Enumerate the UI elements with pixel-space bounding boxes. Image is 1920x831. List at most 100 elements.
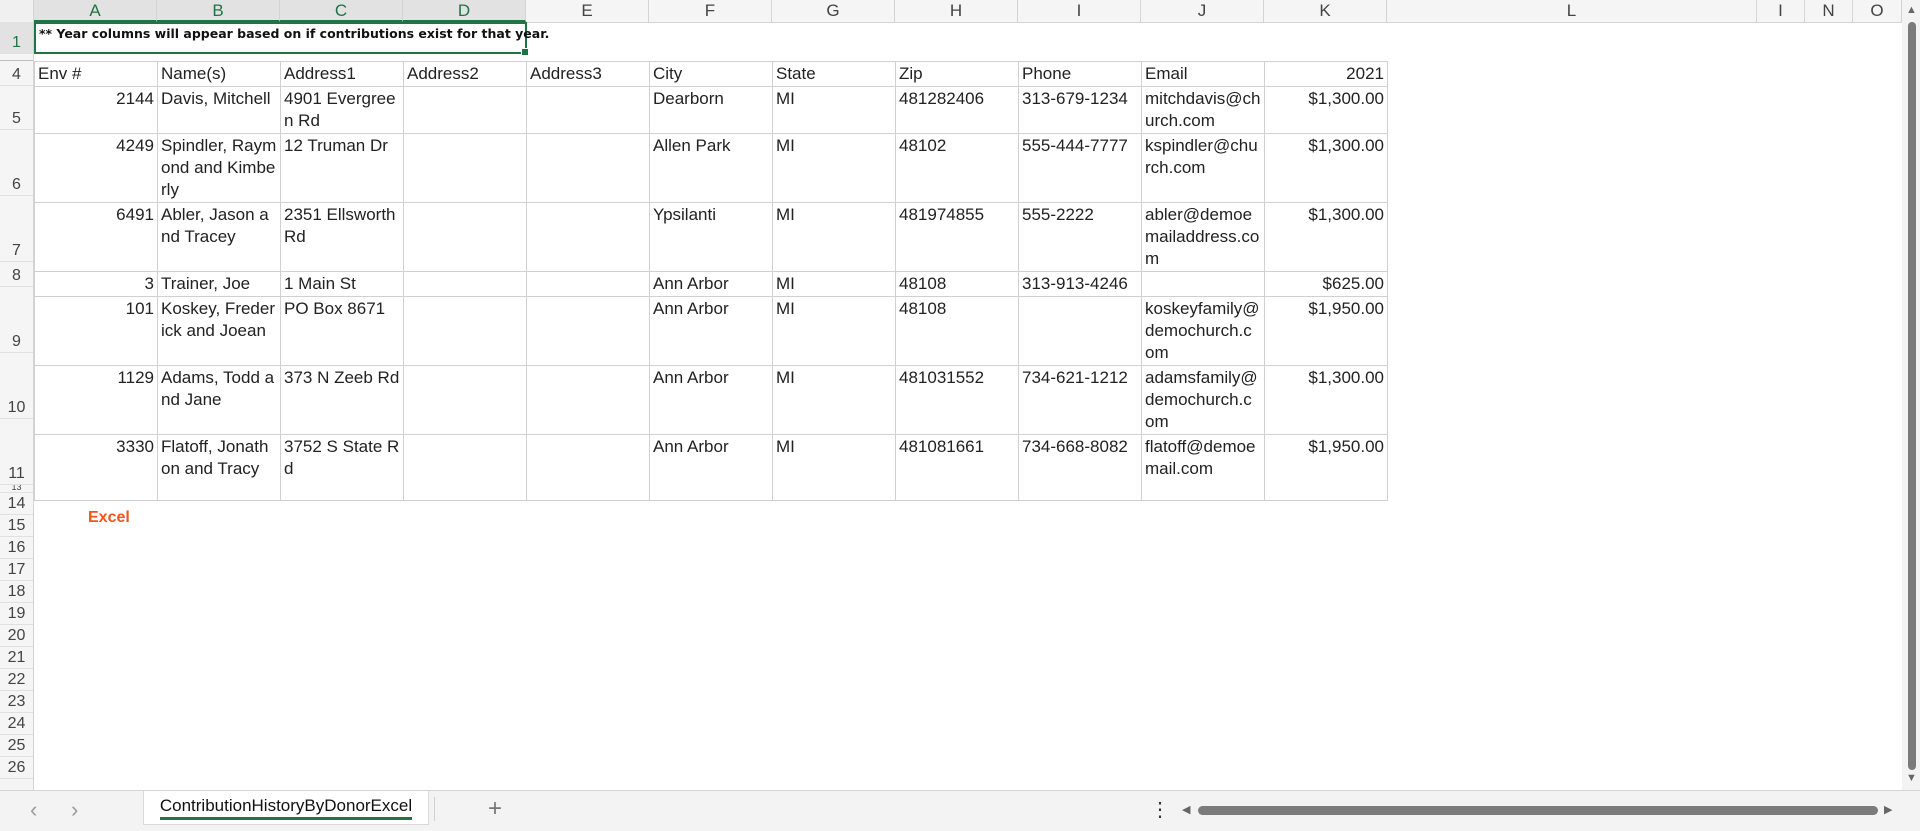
header-cell[interactable]: Address1 (280, 61, 404, 87)
header-cell[interactable]: Email (1141, 61, 1265, 87)
table-cell[interactable]: Ann Arbor (649, 296, 773, 366)
table-cell[interactable]: Abler, Jason and Tracey (157, 202, 281, 272)
table-cell[interactable]: Dearborn (649, 86, 773, 134)
table-cell[interactable] (526, 365, 650, 435)
scroll-right-icon[interactable]: ▶ (1884, 803, 1892, 816)
row-header-4[interactable]: 4 (0, 61, 33, 86)
row-header-7[interactable]: 7 (0, 196, 33, 262)
table-cell[interactable] (526, 202, 650, 272)
sheet-tab-active[interactable]: ContributionHistoryByDonorExcel (143, 791, 429, 825)
table-cell[interactable]: MI (772, 133, 896, 203)
table-cell[interactable] (526, 271, 650, 297)
add-sheet-button[interactable]: + (488, 795, 502, 823)
table-cell[interactable]: 6491 (34, 202, 158, 272)
table-cell[interactable]: Spindler, Raymond and Kimberly (157, 133, 281, 203)
table-cell[interactable] (403, 296, 527, 366)
row-header-10[interactable]: 10 (0, 353, 33, 419)
table-cell[interactable]: 734-621-1212 (1018, 365, 1142, 435)
table-cell[interactable]: Allen Park (649, 133, 773, 203)
prev-sheet-icon[interactable]: ‹ (30, 797, 37, 823)
table-cell[interactable]: 313-913-4246 (1018, 271, 1142, 297)
table-cell[interactable]: MI (772, 86, 896, 134)
row-header-23[interactable]: 23 (0, 691, 33, 713)
table-cell[interactable]: mitchdavis@church.com (1141, 86, 1265, 134)
table-cell[interactable] (403, 86, 527, 134)
row-header-26[interactable]: 26 (0, 757, 33, 779)
row-header-21[interactable]: 21 (0, 647, 33, 669)
column-header-a[interactable]: A (34, 0, 157, 22)
column-header-f[interactable]: F (649, 0, 772, 22)
column-header-m[interactable]: I (1757, 0, 1805, 22)
table-cell[interactable] (526, 296, 650, 366)
table-cell[interactable]: Ann Arbor (649, 271, 773, 297)
row-header-1[interactable]: 1 (0, 22, 33, 54)
table-cell[interactable]: Adams, Todd and Jane (157, 365, 281, 435)
table-cell[interactable]: $1,950.00 (1264, 296, 1388, 366)
selected-merged-cell-a1[interactable]: ** Year columns will appear based on if … (34, 22, 549, 56)
table-cell[interactable]: MI (772, 271, 896, 297)
table-cell[interactable]: $1,300.00 (1264, 133, 1388, 203)
header-cell[interactable]: Phone (1018, 61, 1142, 87)
table-cell[interactable]: MI (772, 202, 896, 272)
table-cell[interactable]: flatoff@demoemail.com (1141, 434, 1265, 501)
table-cell[interactable] (1018, 296, 1142, 366)
table-cell[interactable]: 555-444-7777 (1018, 133, 1142, 203)
column-header-e[interactable]: E (526, 0, 649, 22)
header-cell[interactable]: Address2 (403, 61, 527, 87)
table-cell[interactable]: 373 N Zeeb Rd (280, 365, 404, 435)
table-cell[interactable]: 3752 S State Rd (280, 434, 404, 501)
table-cell[interactable]: MI (772, 434, 896, 501)
table-cell[interactable]: 48108 (895, 296, 1019, 366)
row-header-9[interactable]: 9 (0, 287, 33, 353)
column-header-g[interactable]: G (772, 0, 895, 22)
cell-grid[interactable]: ** Year columns will appear based on if … (34, 22, 1902, 790)
table-cell[interactable]: abler@demoemailaddress.com (1141, 202, 1265, 272)
row-header-16[interactable]: 16 (0, 537, 33, 559)
table-cell[interactable]: Flatoff, Jonathon and Tracy (157, 434, 281, 501)
table-cell[interactable]: 2351 Ellsworth Rd (280, 202, 404, 272)
table-cell[interactable] (403, 434, 527, 501)
table-cell[interactable]: 313-679-1234 (1018, 86, 1142, 134)
table-cell[interactable]: 4901 Evergreen Rd (280, 86, 404, 134)
table-cell[interactable] (403, 365, 527, 435)
scroll-down-icon[interactable]: ▼ (1906, 772, 1917, 784)
header-cell[interactable]: City (649, 61, 773, 87)
table-cell[interactable]: 481031552 (895, 365, 1019, 435)
row-header-20[interactable]: 20 (0, 625, 33, 647)
table-cell[interactable]: Ypsilanti (649, 202, 773, 272)
header-cell[interactable]: Address3 (526, 61, 650, 87)
table-cell[interactable]: 1129 (34, 365, 158, 435)
row-header-8[interactable]: 8 (0, 262, 33, 287)
column-header-d[interactable]: D (403, 0, 526, 22)
table-cell[interactable]: Koskey, Frederick and Joean (157, 296, 281, 366)
table-cell[interactable]: adamsfamily@demochurch.com (1141, 365, 1265, 435)
next-sheet-icon[interactable]: › (71, 797, 78, 823)
table-cell[interactable]: Ann Arbor (649, 434, 773, 501)
table-cell[interactable]: $625.00 (1264, 271, 1388, 297)
row-header-14[interactable]: 14 (0, 493, 33, 515)
table-cell[interactable]: 3 (34, 271, 158, 297)
row-header-25[interactable]: 25 (0, 735, 33, 757)
scroll-up-icon[interactable]: ▲ (1906, 4, 1917, 16)
column-header-j[interactable]: J (1141, 0, 1264, 22)
table-cell[interactable]: 3330 (34, 434, 158, 501)
row-header-22[interactable]: 22 (0, 669, 33, 691)
table-cell[interactable]: 101 (34, 296, 158, 366)
row-header-13[interactable]: 13 (0, 485, 33, 493)
row-header-24[interactable]: 24 (0, 713, 33, 735)
table-cell[interactable]: PO Box 8671 (280, 296, 404, 366)
header-cell[interactable]: Zip (895, 61, 1019, 87)
table-cell[interactable]: Ann Arbor (649, 365, 773, 435)
table-cell[interactable]: $1,300.00 (1264, 365, 1388, 435)
horizontal-scroll-thumb[interactable] (1198, 806, 1878, 815)
table-cell[interactable]: 48102 (895, 133, 1019, 203)
scroll-left-icon[interactable]: ◀ (1182, 803, 1190, 816)
row-header-19[interactable]: 19 (0, 603, 33, 625)
table-cell[interactable]: $1,300.00 (1264, 86, 1388, 134)
table-cell[interactable]: 4249 (34, 133, 158, 203)
row-header-15[interactable]: 15 (0, 515, 33, 537)
row-header-18[interactable]: 18 (0, 581, 33, 603)
table-cell[interactable]: 12 Truman Dr (280, 133, 404, 203)
column-header-i[interactable]: I (1018, 0, 1141, 22)
column-header-h[interactable]: H (895, 0, 1018, 22)
